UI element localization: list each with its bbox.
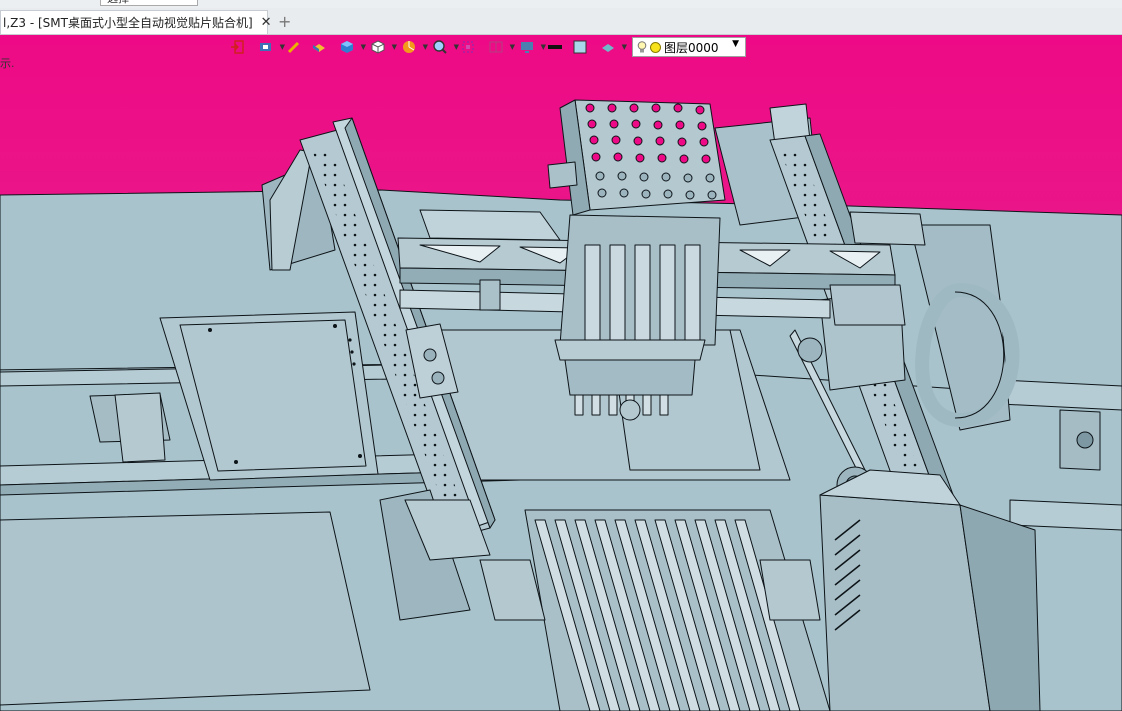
layer-select[interactable]: 图层0000 ▼ bbox=[632, 37, 746, 57]
cad-viewport[interactable] bbox=[0, 35, 1122, 711]
hint-text: 示. bbox=[0, 57, 15, 70]
display-icon[interactable]: ▼ bbox=[514, 38, 546, 56]
pie-icon[interactable]: ▼ bbox=[396, 38, 428, 56]
zoom-icon[interactable]: ▼ bbox=[427, 38, 459, 56]
sketch-icon[interactable] bbox=[284, 38, 304, 56]
tab-bar: l,Z3 - [SMT桌面式小型全自动视觉贴片贴合机] ✕ + bbox=[0, 8, 1122, 35]
chevron-down-icon[interactable]: ▼ bbox=[732, 39, 739, 49]
wire-cube-icon[interactable]: ▼ bbox=[365, 38, 397, 56]
material-icon[interactable]: ▼ bbox=[595, 38, 627, 56]
layer-color-icon bbox=[650, 41, 661, 53]
top-partial-strip: 选择 bbox=[0, 0, 1122, 8]
bulb-icon bbox=[637, 41, 647, 53]
new-tab-button[interactable]: + bbox=[278, 12, 291, 31]
exit-icon[interactable] bbox=[228, 38, 248, 56]
layer-label: 图层0000 bbox=[664, 40, 719, 55]
view-icon[interactable]: ▼ bbox=[253, 38, 285, 56]
shade-icon[interactable] bbox=[309, 38, 329, 56]
close-tab-icon[interactable]: ✕ bbox=[261, 15, 272, 30]
document-tab[interactable]: l,Z3 - [SMT桌面式小型全自动视觉贴片贴合机] ✕ bbox=[0, 10, 272, 34]
work-table bbox=[0, 511, 371, 706]
document-tab-title: l,Z3 - [SMT桌面式小型全自动视觉贴片贴合机] bbox=[3, 16, 253, 30]
section-icon[interactable]: ▼ bbox=[483, 38, 515, 56]
fit-icon[interactable] bbox=[458, 38, 478, 56]
view-toolbar: ▼ ▼ ▼ ▼ ▼ ▼ ▼ ▼ 图层0000 ▼ bbox=[228, 35, 746, 59]
command-field[interactable]: 选择 bbox=[100, 0, 198, 6]
cube-icon[interactable]: ▼ bbox=[334, 38, 366, 56]
line-color-icon[interactable] bbox=[545, 38, 565, 56]
fill-color-icon[interactable] bbox=[570, 38, 590, 56]
